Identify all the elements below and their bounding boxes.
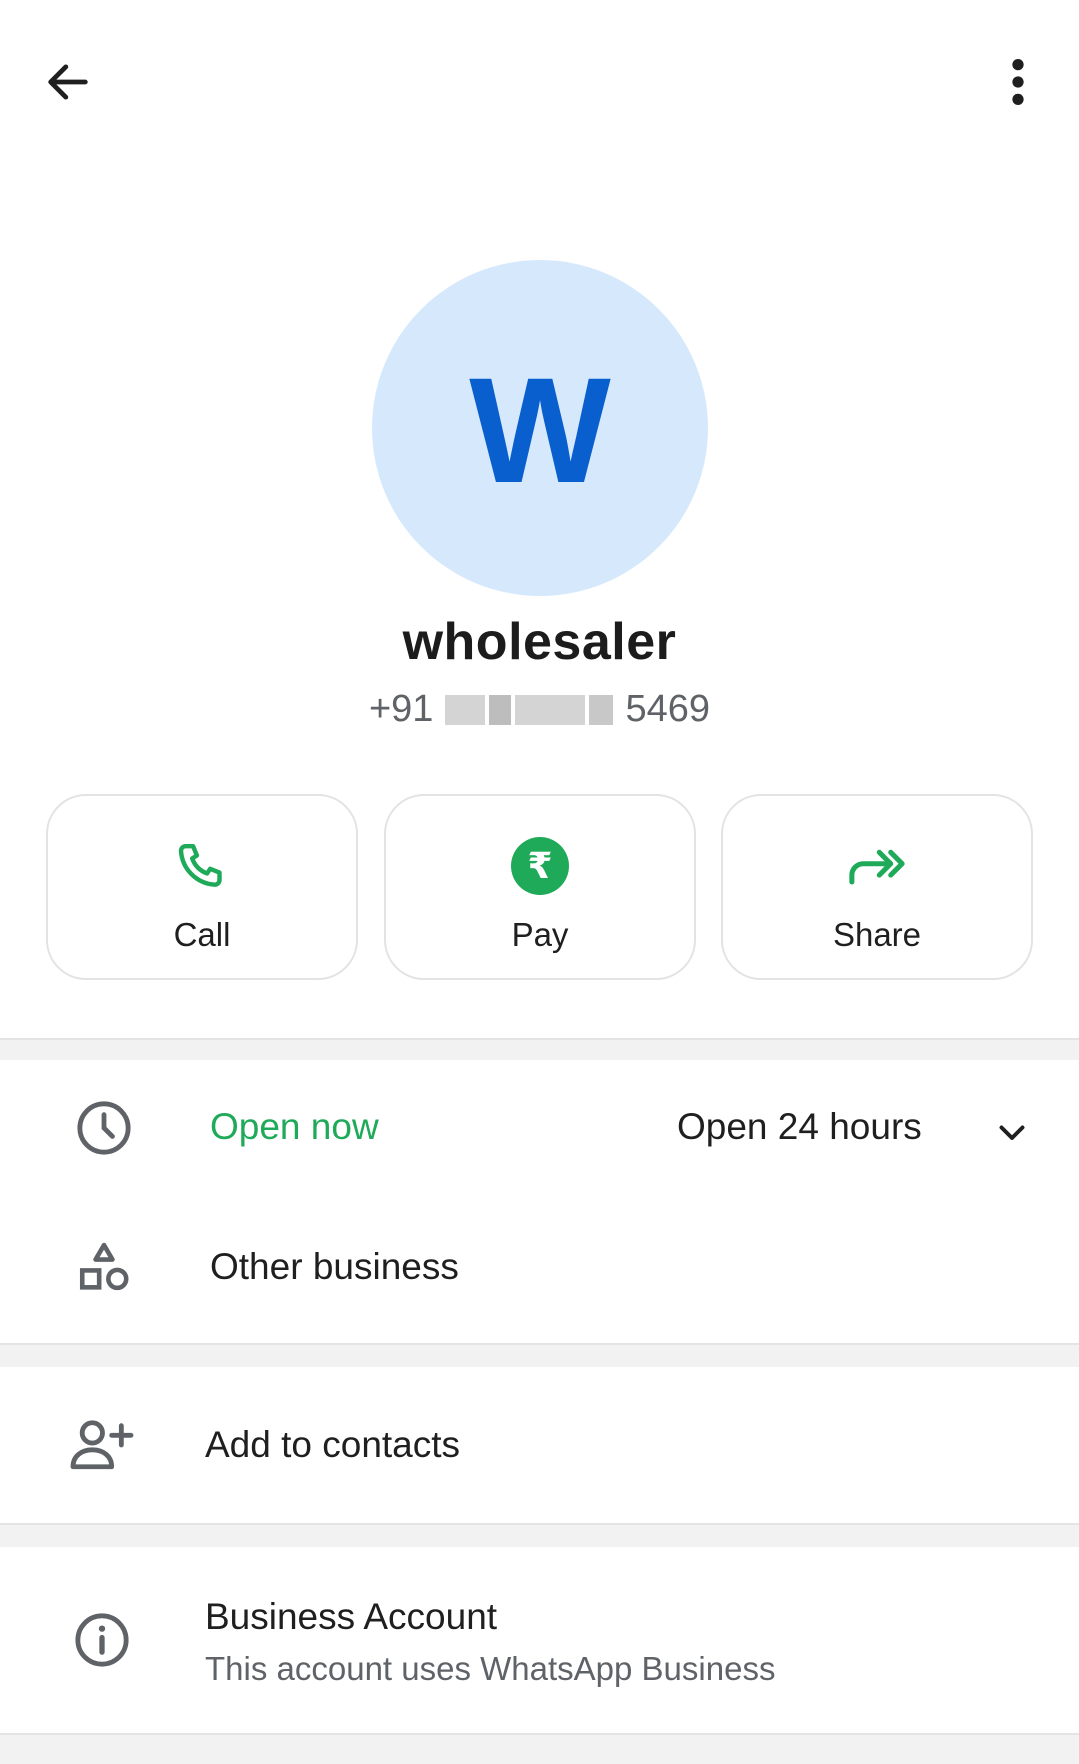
more-options-button[interactable] bbox=[986, 50, 1050, 114]
business-account-subtitle: This account uses WhatsApp Business bbox=[205, 1650, 776, 1687]
clock-icon bbox=[77, 1101, 131, 1155]
back-button[interactable] bbox=[36, 50, 100, 114]
share-button[interactable]: Share bbox=[721, 794, 1033, 980]
phone-redaction bbox=[445, 694, 614, 725]
add-to-contacts-row[interactable] bbox=[0, 1367, 1079, 1523]
arrow-left-icon bbox=[48, 64, 88, 100]
rupee-icon: ₹ bbox=[511, 837, 569, 895]
avatar-letter: W bbox=[469, 346, 611, 514]
info-icon bbox=[75, 1613, 129, 1667]
avatar[interactable]: W bbox=[372, 260, 708, 596]
pay-button[interactable]: ₹ Pay bbox=[384, 794, 696, 980]
more-vertical-icon bbox=[1012, 59, 1024, 105]
hours-icon-wrap bbox=[64, 1088, 144, 1168]
section-divider bbox=[0, 1523, 1079, 1547]
business-account-row[interactable] bbox=[0, 1547, 1079, 1733]
contacts-icon-wrap bbox=[62, 1405, 142, 1485]
pay-label: Pay bbox=[511, 916, 569, 953]
open-status: Open now bbox=[210, 1106, 379, 1147]
phone-icon bbox=[178, 843, 222, 887]
business-account-title: Business Account bbox=[205, 1596, 498, 1637]
expand-hours-button[interactable] bbox=[990, 1110, 1034, 1154]
category-icon-wrap bbox=[64, 1228, 144, 1308]
phone-prefix: +91 bbox=[368, 688, 434, 730]
info-icon-wrap bbox=[62, 1600, 142, 1680]
phone-number: +91 5469 bbox=[0, 688, 1079, 731]
person-add-icon bbox=[70, 1420, 134, 1470]
section-divider bbox=[0, 1038, 1079, 1060]
add-to-contacts-label: Add to contacts bbox=[205, 1424, 461, 1465]
section-divider bbox=[0, 1733, 1079, 1764]
section-divider bbox=[0, 1343, 1079, 1367]
hours-detail[interactable]: Open 24 hours bbox=[677, 1106, 922, 1148]
call-label: Call bbox=[173, 916, 231, 953]
share-forward-icon bbox=[849, 849, 905, 885]
contact-name: wholesaler bbox=[402, 613, 677, 671]
chevron-down-icon bbox=[999, 1125, 1025, 1140]
shapes-icon bbox=[79, 1242, 129, 1291]
phone-suffix: 5469 bbox=[625, 688, 710, 730]
call-button[interactable]: Call bbox=[46, 794, 358, 980]
business-category: Other business bbox=[210, 1246, 459, 1287]
share-label: Share bbox=[832, 916, 922, 953]
